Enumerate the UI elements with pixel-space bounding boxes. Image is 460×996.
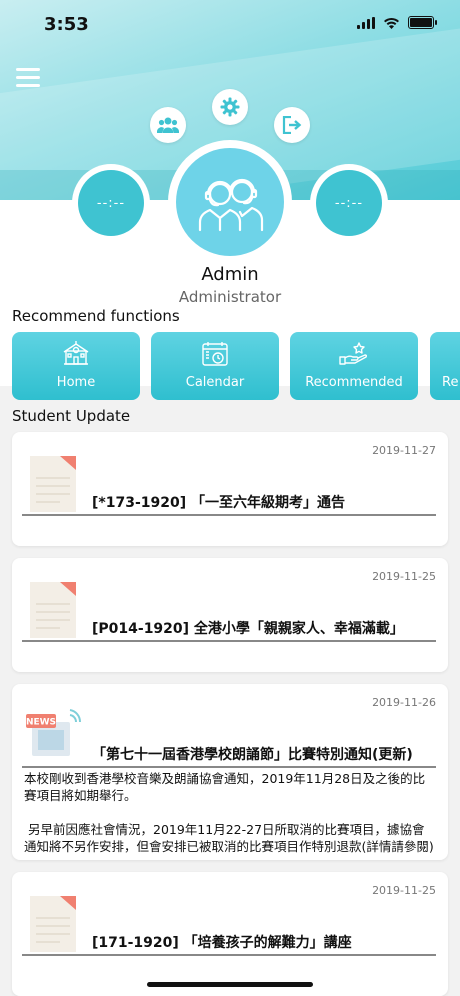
right-stat-circle[interactable]: --:-- xyxy=(310,164,388,242)
battery-icon xyxy=(408,16,437,29)
status-bar: 3:53 xyxy=(0,0,460,50)
news-divider xyxy=(22,514,436,516)
recommend-carousel[interactable]: Home Calendar Recommended Re xyxy=(12,332,460,400)
func-partial[interactable]: Re xyxy=(430,332,460,400)
news-divider xyxy=(22,640,436,642)
news-body: 本校剛收到香港學校音樂及朗誦協會通知，2019年11月28日及之後的比賽項目將如… xyxy=(24,770,436,855)
news-date: 2019-11-27 xyxy=(372,444,436,457)
left-stat-value: --:-- xyxy=(78,170,144,236)
gear-icon xyxy=(220,97,240,117)
student-update-title: Student Update xyxy=(12,407,131,425)
document-icon xyxy=(30,582,76,638)
recommend-title: Recommend functions xyxy=(12,307,180,325)
left-stat-circle[interactable]: --:-- xyxy=(72,164,150,242)
news-title: [*173-1920] 「一至六年級期考」通告 xyxy=(92,495,345,511)
func-home-label: Home xyxy=(56,375,96,390)
func-recommended-label: Recommended xyxy=(305,375,403,390)
news-body-paragraph: 另早前因應社會情況，2019年11月22-27日所取消的比賽項目，據協會通知將不… xyxy=(24,822,434,854)
svg-text:NEWS: NEWS xyxy=(26,718,56,728)
wifi-icon xyxy=(384,17,399,29)
news-date: 2019-11-25 xyxy=(372,884,436,897)
document-icon xyxy=(30,896,76,952)
user-name: Admin xyxy=(201,264,259,285)
status-icons xyxy=(357,16,437,29)
school-building-icon xyxy=(63,341,89,365)
func-recommended[interactable]: Recommended xyxy=(290,332,418,400)
func-home[interactable]: Home xyxy=(12,332,140,400)
signal-icon xyxy=(357,16,375,29)
settings-button[interactable] xyxy=(212,89,248,125)
news-divider xyxy=(22,954,436,956)
avatar-image xyxy=(176,148,284,256)
news-card[interactable]: 2019-11-25 [P014-1920] 全港小學「親親家人、幸福滿載」 xyxy=(12,558,448,672)
news-divider xyxy=(22,766,436,768)
news-date: 2019-11-25 xyxy=(372,570,436,583)
news-title: [171-1920] 「培養孩子的解難力」講座 xyxy=(92,935,352,951)
news-title: [P014-1920] 全港小學「親親家人、幸福滿載」 xyxy=(92,621,404,637)
news-body-paragraph: 本校剛收到香港學校音樂及朗誦協會通知，2019年11月28日及之後的比賽項目將如… xyxy=(24,771,426,803)
user-role: Administrator xyxy=(178,288,282,306)
logout-icon xyxy=(282,116,302,134)
news-icon: NEWS xyxy=(26,709,82,756)
func-calendar-label: Calendar xyxy=(185,375,245,390)
func-partial-label: Re xyxy=(442,375,459,390)
menu-button[interactable] xyxy=(16,68,40,88)
users-button[interactable] xyxy=(150,107,186,143)
avatar[interactable] xyxy=(168,140,292,264)
users-icon xyxy=(157,117,179,133)
news-card[interactable]: 2019-11-26 NEWS 「第七十一屆香港學校朗誦節」比賽特別通知(更新)… xyxy=(12,684,448,860)
hand-star-icon xyxy=(339,342,368,365)
news-date: 2019-11-26 xyxy=(372,696,436,709)
home-indicator[interactable] xyxy=(147,982,313,987)
news-card[interactable]: 2019-11-25 [171-1920] 「培養孩子的解難力」講座 xyxy=(12,872,448,996)
calendar-icon xyxy=(202,342,228,366)
right-stat-value: --:-- xyxy=(316,170,382,236)
status-time: 3:53 xyxy=(44,14,89,35)
news-title: 「第七十一屆香港學校朗誦節」比賽特別通知(更新) xyxy=(92,747,413,763)
document-icon xyxy=(30,456,76,512)
support-agents-icon xyxy=(198,178,264,232)
logout-button[interactable] xyxy=(274,107,310,143)
func-calendar[interactable]: Calendar xyxy=(151,332,279,400)
news-card[interactable]: 2019-11-27 [*173-1920] 「一至六年級期考」通告 xyxy=(12,432,448,546)
